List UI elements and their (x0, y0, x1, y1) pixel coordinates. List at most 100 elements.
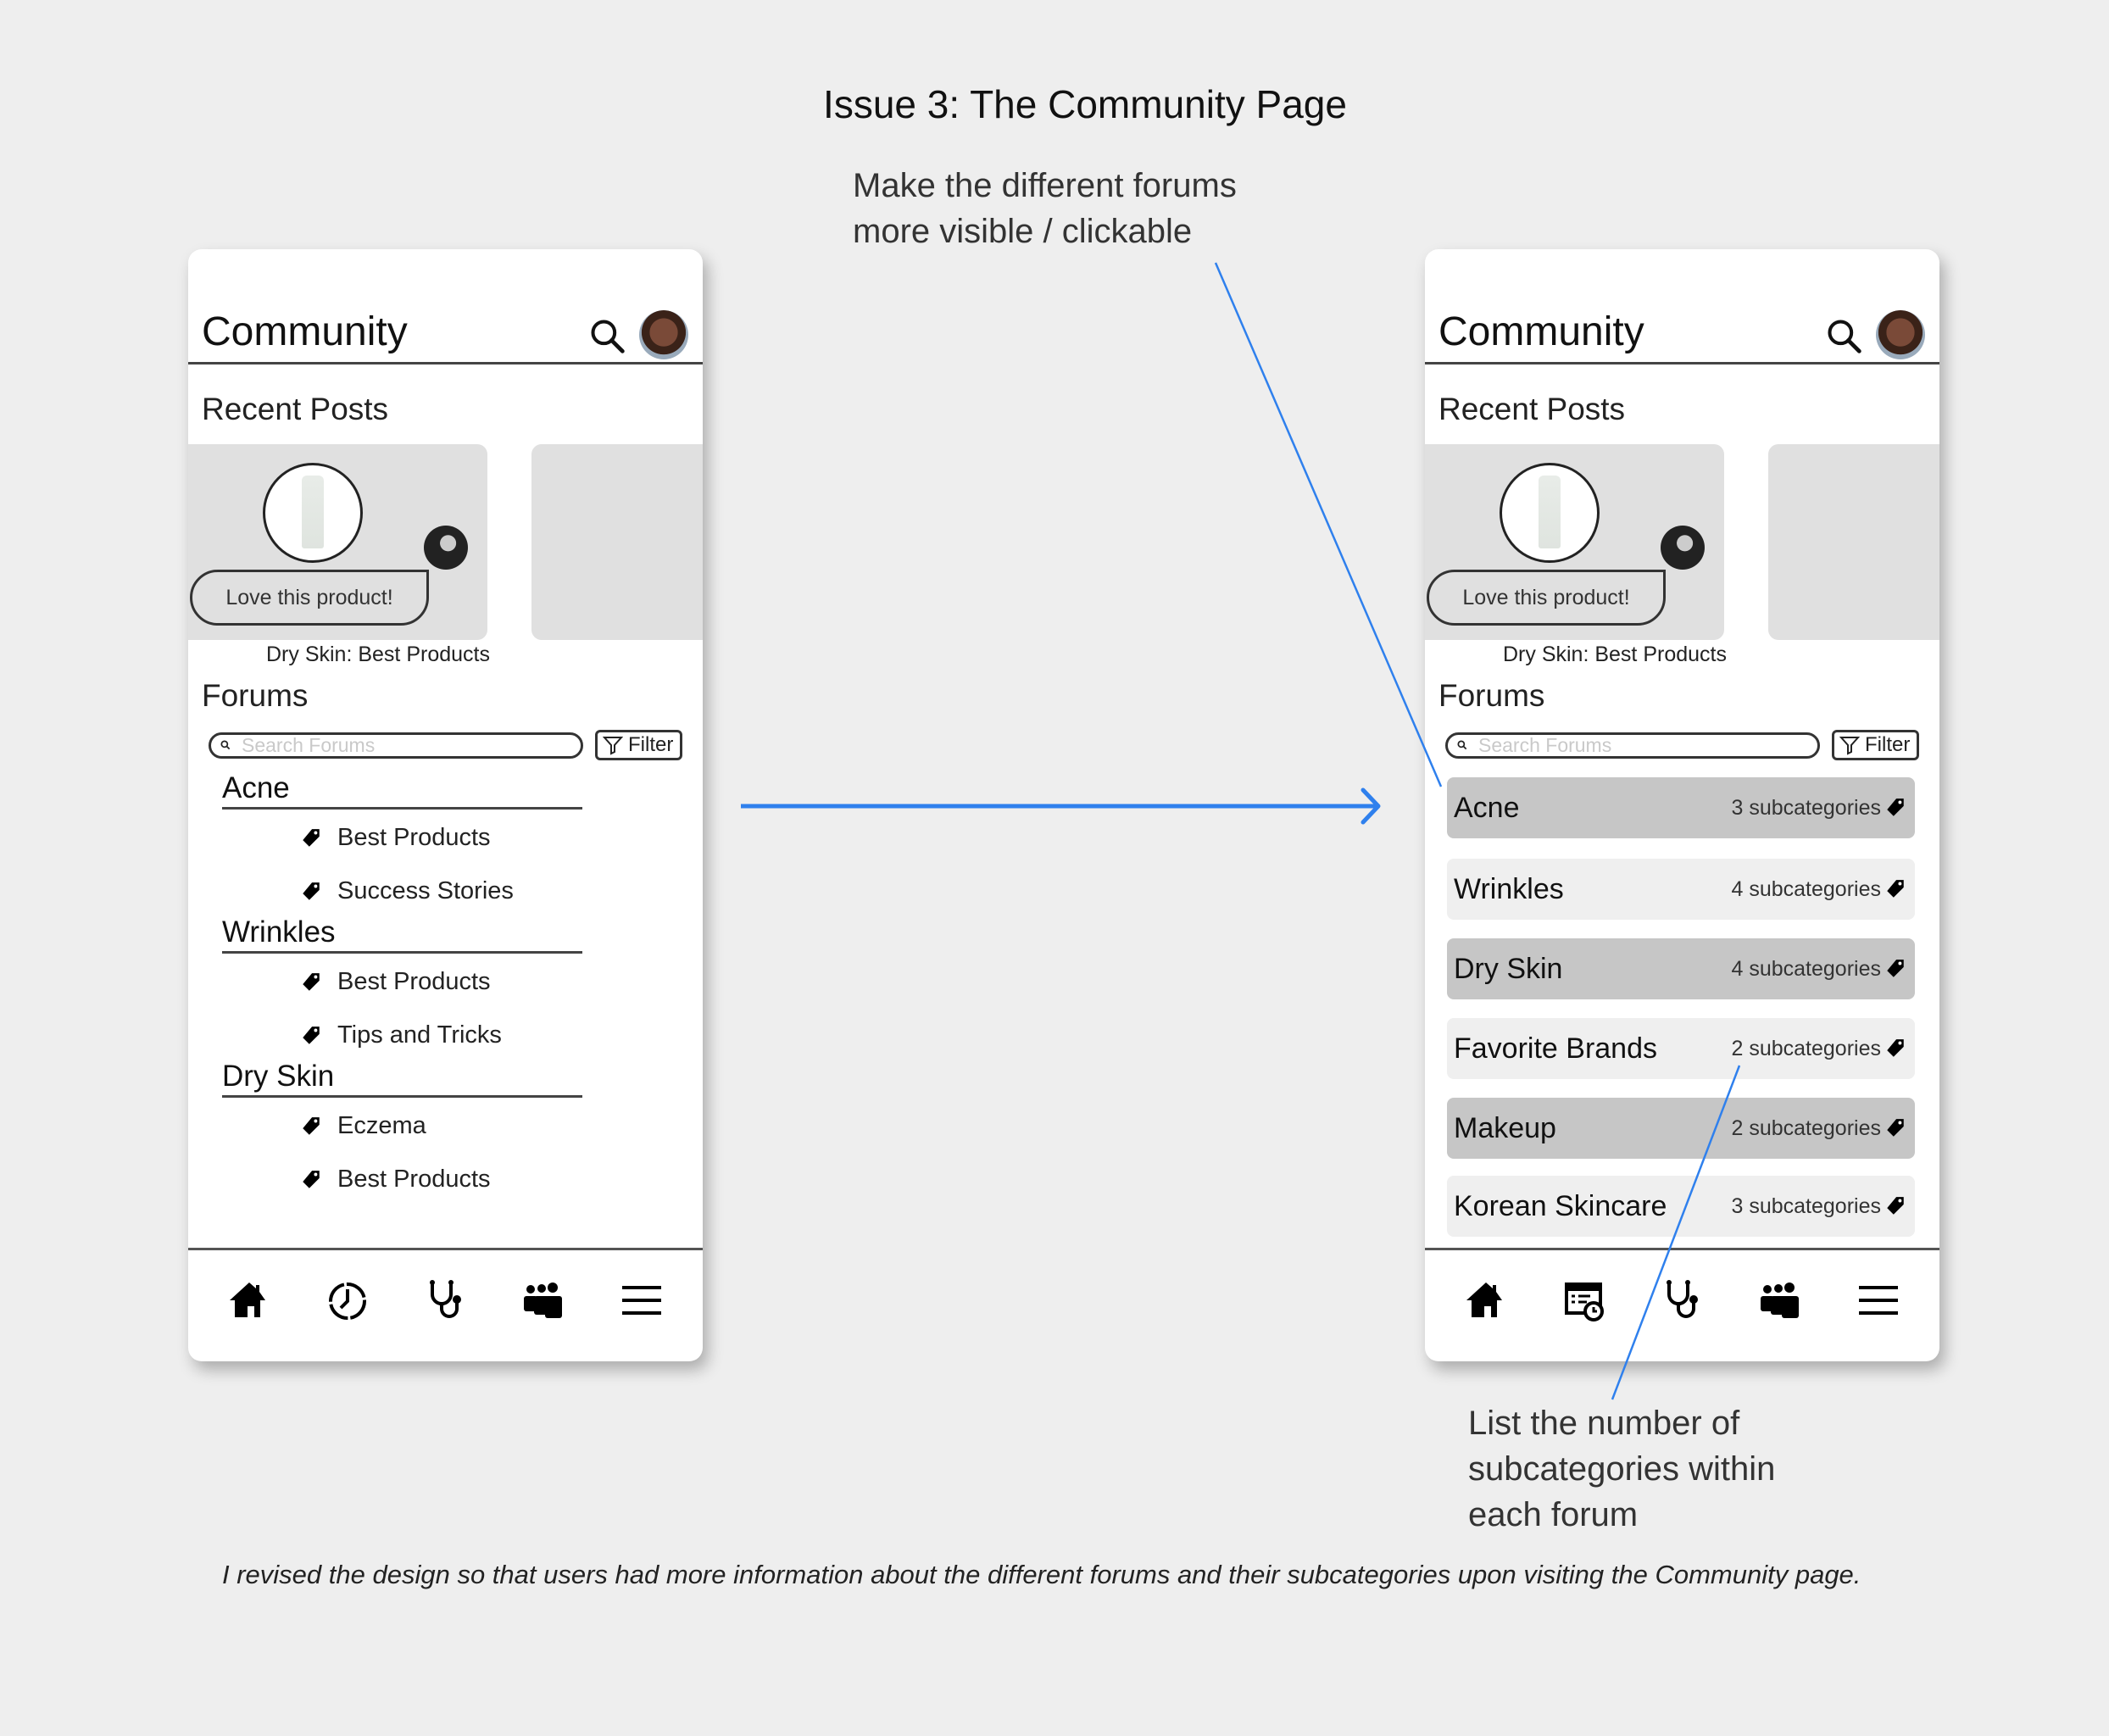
nav-divider (1425, 1248, 1939, 1250)
home-icon[interactable] (1463, 1277, 1509, 1323)
header-title: Community (202, 309, 408, 354)
post-card[interactable] (531, 444, 703, 640)
search-forums-input[interactable]: Search Forums (1445, 732, 1820, 759)
forum-row[interactable]: Korean Skincare 3 subcategories (1447, 1176, 1915, 1237)
search-icon (220, 740, 231, 750)
forum-heading[interactable]: Wrinkles (222, 915, 582, 954)
tag-icon (1887, 798, 1904, 816)
filter-button[interactable]: Filter (1832, 730, 1919, 760)
annotation-forums-visible: Make the different forums more visible /… (853, 163, 1237, 254)
bottom-nav (188, 1266, 703, 1334)
tag-icon (1887, 880, 1904, 898)
header-divider (1425, 362, 1939, 364)
tag-icon (303, 1026, 320, 1044)
subcategory-count-label: 3 subcategories (1731, 1194, 1881, 1218)
tag-icon (1887, 1039, 1904, 1057)
user-avatar[interactable] (639, 310, 688, 359)
subcategory-count-label: 3 subcategories (1731, 795, 1881, 820)
tag-icon (303, 1116, 320, 1135)
bottle-icon (1539, 476, 1561, 548)
forum-row[interactable]: Makeup 2 subcategories (1447, 1098, 1915, 1159)
annotation-line: subcategories within (1468, 1450, 1776, 1488)
filter-icon (603, 737, 623, 755)
forum-heading[interactable]: Acne (222, 771, 582, 810)
search-icon[interactable] (1825, 317, 1862, 354)
forums-title: Forums (202, 678, 309, 713)
phone-before: Community Recent Posts Love this product… (188, 249, 703, 1361)
forum-row[interactable]: Favorite Brands 2 subcategories (1447, 1018, 1915, 1079)
tag-icon (1887, 1197, 1904, 1215)
post-caption: Dry Skin: Best Products (1503, 643, 1727, 666)
tag-icon (303, 1170, 320, 1188)
clock-icon[interactable] (325, 1277, 370, 1323)
subcategory-item[interactable]: Tips and Tricks (300, 1021, 502, 1049)
forum-heading[interactable]: Dry Skin (222, 1060, 582, 1098)
subcategory-count: 3 subcategories (1731, 1194, 1906, 1219)
search-icon (1457, 740, 1467, 750)
post-caption: Dry Skin: Best Products (266, 643, 490, 666)
forum-name: Makeup (1454, 1111, 1556, 1144)
transition-arrowhead (1361, 787, 1381, 825)
filter-icon (1839, 737, 1860, 755)
search-placeholder: Search Forums (242, 734, 376, 756)
subcategory-item[interactable]: Best Products (300, 1166, 491, 1194)
comment-bubble: Love this product! (190, 570, 429, 626)
forum-name: Wrinkles (1454, 872, 1564, 905)
forum-row[interactable]: Dry Skin 4 subcategories (1447, 938, 1915, 999)
tag-icon (303, 828, 320, 847)
header-divider (188, 362, 703, 364)
subcategory-count: 4 subcategories (1731, 877, 1906, 902)
phone-after: Community Recent Posts Love this product… (1425, 249, 1939, 1361)
community-icon[interactable] (1757, 1277, 1803, 1323)
tag-icon (303, 972, 320, 991)
subcategory-count: 3 subcategories (1731, 796, 1906, 821)
forum-row[interactable]: Acne 3 subcategories (1447, 777, 1915, 838)
subcategory-label: Tips and Tricks (337, 1021, 502, 1049)
comment-bubble: Love this product! (1427, 570, 1666, 626)
post-card[interactable] (1768, 444, 1939, 640)
filter-label: Filter (1865, 733, 1911, 756)
menu-icon[interactable] (1856, 1277, 1901, 1323)
subcategory-item[interactable]: Best Products (300, 824, 491, 852)
annotation-line: List the number of (1468, 1405, 1740, 1442)
summary-caption: I revised the design so that users had m… (222, 1560, 1861, 1589)
product-image (1500, 463, 1600, 563)
subcategory-item[interactable]: Best Products (300, 968, 491, 996)
annotation-pointer-top (1214, 262, 1443, 787)
tag-icon (303, 882, 320, 900)
subcategory-item[interactable]: Success Stories (300, 877, 514, 905)
subcategory-label: Best Products (337, 824, 491, 851)
subcategory-item[interactable]: Eczema (300, 1112, 426, 1140)
stethoscope-icon[interactable] (422, 1277, 468, 1323)
recent-posts-title: Recent Posts (202, 392, 389, 426)
schedule-icon[interactable] (1561, 1277, 1607, 1323)
search-forums-input[interactable]: Search Forums (209, 732, 583, 759)
subcategory-count-label: 2 subcategories (1731, 1116, 1881, 1140)
annotation-line: each forum (1468, 1496, 1639, 1533)
product-image (263, 463, 363, 563)
page-title: Issue 3: The Community Page (823, 82, 1347, 126)
subcategory-count-label: 4 subcategories (1731, 956, 1881, 981)
user-avatar[interactable] (1876, 310, 1925, 359)
annotation-line: Make the different forums (853, 167, 1237, 204)
community-icon[interactable] (520, 1277, 566, 1323)
header-title: Community (1438, 309, 1644, 354)
annotation-subcategory-count: List the number of subcategories within … (1468, 1400, 1775, 1538)
filter-button[interactable]: Filter (595, 730, 682, 760)
nav-divider (188, 1248, 703, 1250)
annotation-line: more visible / clickable (853, 213, 1193, 250)
tag-icon (1887, 1119, 1904, 1137)
recent-posts-title: Recent Posts (1438, 392, 1626, 426)
home-icon[interactable] (226, 1277, 272, 1323)
bottle-icon (302, 476, 324, 548)
subcategory-label: Best Products (337, 968, 491, 995)
stethoscope-icon[interactable] (1659, 1277, 1705, 1323)
search-icon[interactable] (588, 317, 626, 354)
forum-row[interactable]: Wrinkles 4 subcategories (1447, 859, 1915, 920)
post-card[interactable]: Love this product! (1425, 444, 1724, 640)
subcategory-count-label: 2 subcategories (1731, 1036, 1881, 1060)
post-card[interactable]: Love this product! (188, 444, 487, 640)
tag-icon (1887, 960, 1904, 977)
forum-name: Korean Skincare (1454, 1189, 1667, 1222)
menu-icon[interactable] (619, 1277, 665, 1323)
